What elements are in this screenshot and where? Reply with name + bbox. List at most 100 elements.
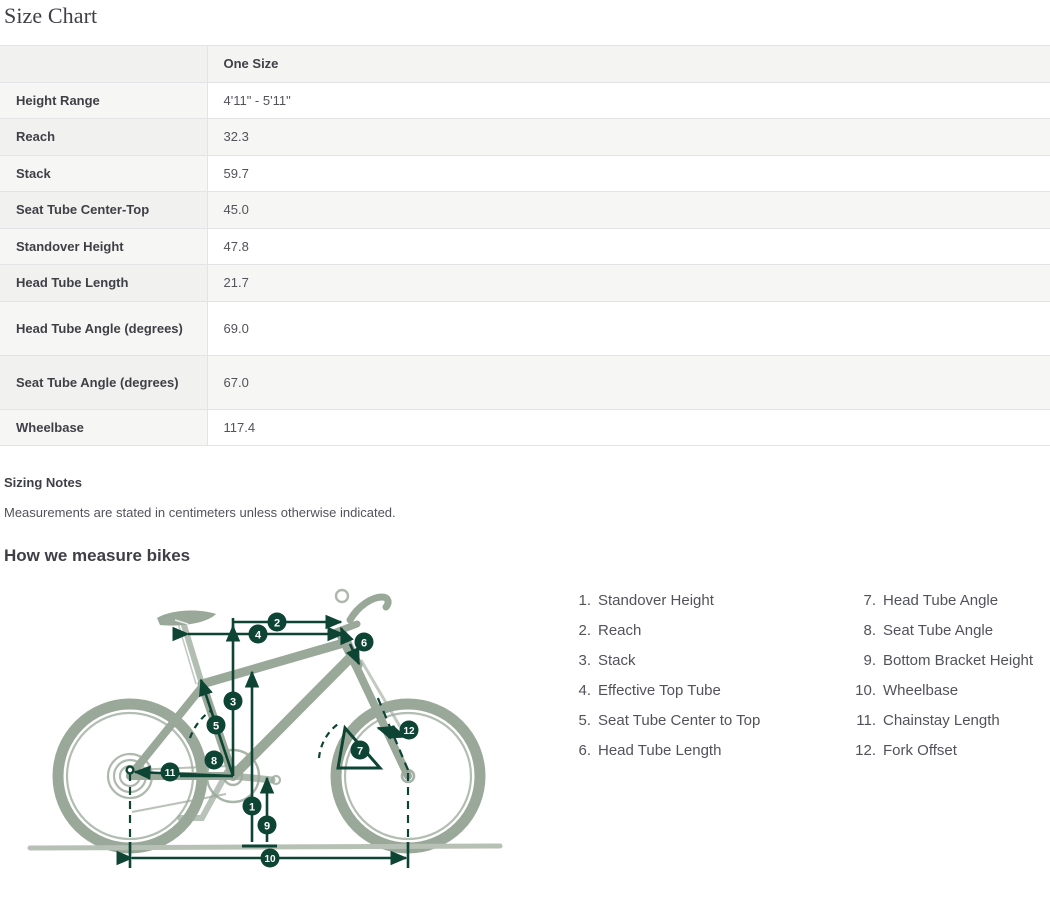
sizing-notes-title: Sizing Notes	[4, 475, 83, 491]
callout-11: 11	[160, 762, 180, 782]
table-row: Seat Tube Angle (degrees) 67.0	[0, 354, 1050, 410]
svg-text:4: 4	[255, 630, 262, 642]
svg-text:5: 5	[213, 721, 219, 733]
table-row: Head Tube Length 21.7	[0, 264, 1050, 302]
sizing-notes-section: Sizing Notes Measurements are stated in …	[0, 475, 1050, 566]
callout-9: 9	[257, 815, 277, 835]
row-label-height-range: Height Range	[0, 81, 208, 120]
svg-text:7: 7	[357, 746, 363, 758]
callout-5: 5	[206, 715, 226, 735]
legend-number: 2.	[578, 622, 591, 640]
svg-text:10: 10	[264, 855, 276, 866]
measure-diagram-section: 2 4 6 3 5 8 11 7 12 1 9 10 1. Standover …	[0, 580, 1050, 902]
legend-number: 10.	[855, 682, 876, 700]
legend-label: Bottom Bracket Height	[883, 652, 1034, 670]
callout-7: 7	[350, 740, 370, 760]
legend-label: Fork Offset	[883, 742, 957, 760]
row-value-stack: 59.7	[207, 154, 1050, 193]
legend-item: 12. Fork Offset	[850, 736, 1050, 766]
legend-label: Wheelbase	[883, 682, 959, 700]
legend-label: Head Tube Length	[598, 742, 722, 760]
row-value-reach: 32.3	[207, 118, 1050, 156]
table-body: Height Range 4'11" - 5'11" Reach 32.3 St…	[0, 81, 1050, 447]
legend-number: 5.	[578, 712, 591, 730]
row-value-seat-tube-center-top: 45.0	[207, 191, 1050, 229]
legend-number: 4.	[578, 682, 591, 700]
legend-item: 9. Bottom Bracket Height	[850, 646, 1050, 676]
diagram-callout-markers: 2 4 6 3 5 8 11 7 12 1 9 10	[160, 612, 419, 868]
legend-number: 8.	[863, 622, 876, 640]
row-label-stack: Stack	[0, 154, 208, 193]
legend-number: 6.	[578, 742, 591, 760]
legend-column-left: 1. Standover Height 2. Reach 3. Stack 4.…	[565, 586, 850, 766]
row-label-head-tube-angle: Head Tube Angle (degrees)	[0, 300, 208, 356]
legend-label: Chainstay Length	[883, 712, 1000, 730]
svg-text:11: 11	[165, 769, 176, 780]
table-row: Wheelbase 117.4	[0, 408, 1050, 447]
table-row: Head Tube Angle (degrees) 69.0	[0, 300, 1050, 356]
callout-1: 1	[242, 796, 262, 816]
how-we-measure-title: How we measure bikes	[4, 546, 191, 566]
legend-item: 3. Stack	[565, 646, 850, 676]
row-value-wheelbase: 117.4	[207, 408, 1050, 447]
svg-text:3: 3	[230, 697, 236, 709]
table-row: Stack 59.7	[0, 154, 1050, 193]
row-value-height-range: 4'11" - 5'11"	[207, 81, 1050, 120]
table-head: One Size	[0, 45, 1050, 83]
page-title: Size Chart	[4, 3, 98, 28]
legend-label: Seat Tube Angle	[883, 622, 994, 640]
legend-item: 6. Head Tube Length	[565, 736, 850, 766]
legend-label: Standover Height	[598, 592, 714, 610]
svg-text:9: 9	[264, 821, 270, 833]
legend-column-right: 7. Head Tube Angle 8. Seat Tube Angle 9.…	[850, 586, 1050, 766]
sizing-notes-body: Measurements are stated in centimeters u…	[4, 505, 396, 521]
callout-8: 8	[204, 750, 224, 770]
legend-item: 2. Reach	[565, 616, 850, 646]
legend-label: Head Tube Angle	[883, 592, 999, 610]
legend-label: Reach	[598, 622, 642, 640]
legend-item: 11. Chainstay Length	[850, 706, 1050, 736]
table-row: Seat Tube Center-Top 45.0	[0, 191, 1050, 229]
callout-4: 4	[248, 624, 268, 644]
callout-10: 10	[260, 848, 280, 868]
legend-number: 9.	[863, 652, 876, 670]
callout-2: 2	[267, 612, 287, 632]
callout-12: 12	[399, 720, 419, 740]
row-label-seat-tube-center-top: Seat Tube Center-Top	[0, 191, 208, 229]
row-value-head-tube-length: 21.7	[207, 264, 1050, 302]
row-label-wheelbase: Wheelbase	[0, 408, 208, 447]
table-header-row: One Size	[0, 45, 1050, 83]
row-value-head-tube-angle: 69.0	[207, 300, 1050, 356]
svg-text:12: 12	[403, 727, 415, 738]
size-chart-page: Size Chart One Size Height Range 4'11" -…	[0, 0, 1050, 882]
legend-label: Seat Tube Center to Top	[598, 712, 761, 730]
legend-item: 8. Seat Tube Angle	[850, 616, 1050, 646]
row-value-seat-tube-angle: 67.0	[207, 354, 1050, 410]
legend-number: 12.	[855, 742, 876, 760]
row-value-standover-height: 47.8	[207, 227, 1050, 266]
row-label-reach: Reach	[0, 118, 208, 156]
table-row: Height Range 4'11" - 5'11"	[0, 81, 1050, 120]
size-chart-table: One Size Height Range 4'11" - 5'11" Reac…	[0, 45, 1050, 447]
legend-label: Stack	[598, 652, 636, 670]
row-label-seat-tube-angle: Seat Tube Angle (degrees)	[0, 354, 208, 410]
legend-item: 5. Seat Tube Center to Top	[565, 706, 850, 736]
svg-text:6: 6	[361, 638, 367, 650]
legend-number: 11.	[856, 712, 876, 730]
svg-text:2: 2	[274, 618, 280, 630]
legend-item: 4. Effective Top Tube	[565, 676, 850, 706]
legend-number: 3.	[578, 652, 591, 670]
measurement-legend: 1. Standover Height 2. Reach 3. Stack 4.…	[565, 586, 1050, 766]
row-label-standover-height: Standover Height	[0, 227, 208, 266]
table-row: Standover Height 47.8	[0, 227, 1050, 266]
header-cell-label	[0, 45, 207, 83]
legend-item: 10. Wheelbase	[850, 676, 1050, 706]
bike-geometry-diagram: 2 4 6 3 5 8 11 7 12 1 9 10	[20, 580, 510, 880]
callout-3: 3	[223, 691, 243, 711]
legend-label: Effective Top Tube	[598, 682, 721, 700]
legend-item: 7. Head Tube Angle	[850, 586, 1050, 616]
table-row: Reach 32.3	[0, 118, 1050, 156]
legend-number: 7.	[863, 592, 876, 610]
svg-text:1: 1	[249, 802, 255, 814]
legend-item: 1. Standover Height	[565, 586, 850, 616]
